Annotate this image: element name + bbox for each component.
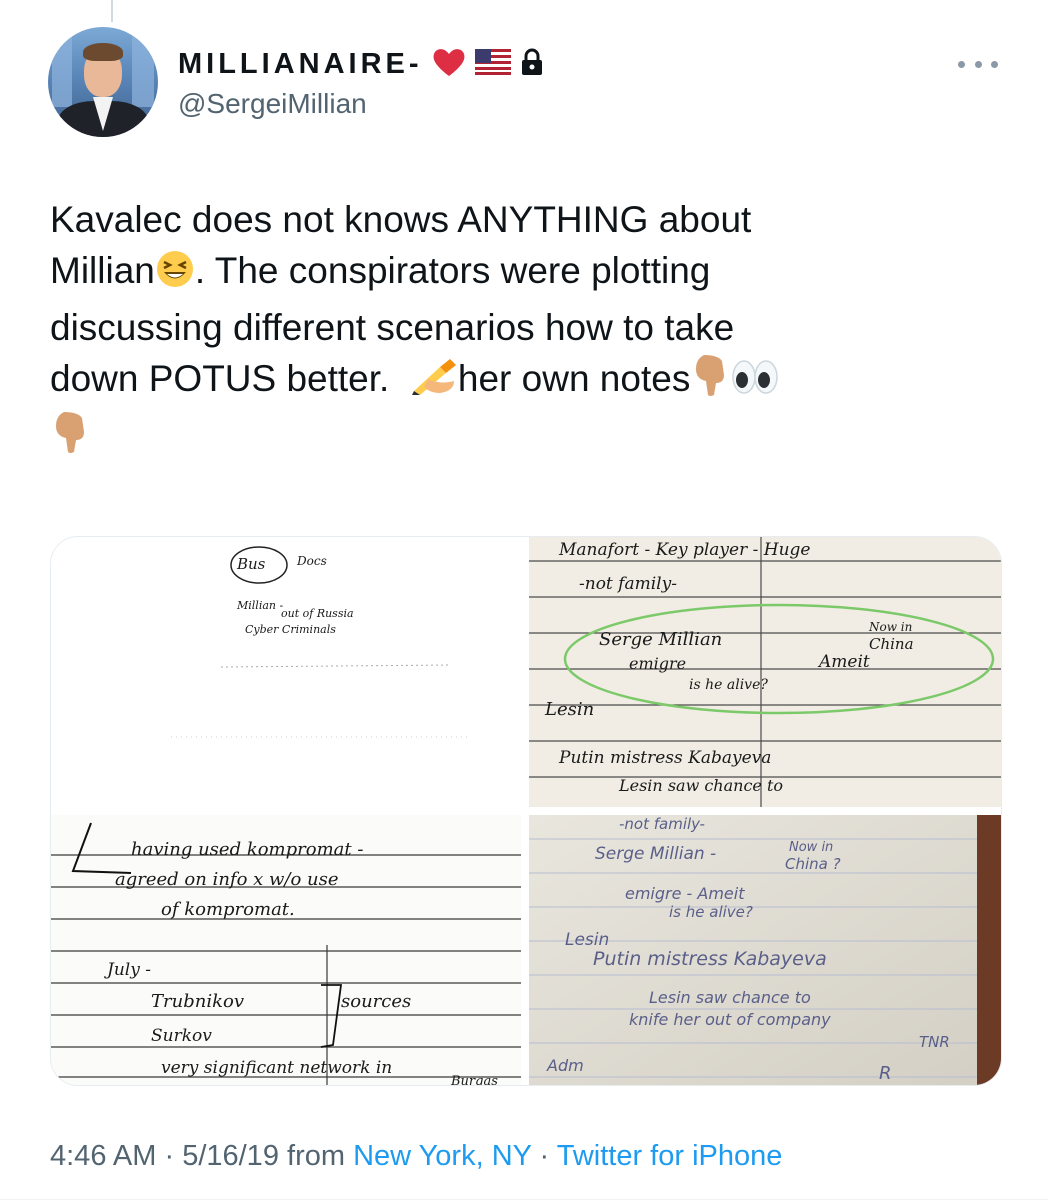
- note4-line: -not family-: [619, 815, 705, 833]
- note3-line: sources: [341, 991, 411, 1012]
- media-image-3[interactable]: having used kompromat - agreed on info x…: [51, 815, 521, 1085]
- note4-line: is he alive?: [669, 903, 753, 921]
- laughing-face-icon: [155, 249, 195, 302]
- more-dot: [974, 60, 982, 68]
- note1-line: Bus: [236, 555, 266, 573]
- note2-line: Putin mistress Kabayeva: [558, 748, 771, 768]
- client-link[interactable]: Twitter for iPhone: [557, 1140, 783, 1172]
- tweet-text-line2: . The conspirators were plotting: [194, 250, 711, 291]
- tweet-text-line1: Kavalec does not knows ANYTHING about: [50, 199, 752, 240]
- note4-line: Adm: [546, 1056, 584, 1075]
- note2-line: Lesin: [544, 699, 594, 720]
- pointing-down-icon: [690, 353, 730, 410]
- note2-line: Now in: [868, 620, 912, 634]
- pointing-down-icon-2: [50, 410, 90, 467]
- note3-line: having used kompromat -: [131, 839, 363, 860]
- eyes-icon: [730, 357, 780, 410]
- note4-line: emigre - Ameit: [625, 884, 745, 903]
- note2-line: -not family-: [579, 574, 677, 594]
- tweet-text-millian: Millian: [50, 250, 155, 291]
- author-name-row[interactable]: MILLIANAIRE-: [178, 46, 545, 82]
- note3-line: July -: [104, 960, 151, 980]
- avatar-hair: [83, 43, 123, 61]
- tweet-date[interactable]: 5/16/19: [182, 1140, 279, 1172]
- note3-line: Trubnikov: [151, 991, 244, 1012]
- note3-line: very significant network in: [161, 1058, 392, 1078]
- note4-line: Now in: [789, 840, 833, 855]
- thread-connector-line: [111, 0, 113, 22]
- from-label: from: [278, 1140, 354, 1172]
- note4-line: knife her out of company: [629, 1010, 831, 1029]
- note3-line: of kompromat.: [161, 899, 295, 920]
- tweet-text-line4: down POTUS better.: [50, 358, 410, 399]
- tweet-metadata: 4:46 AM · 5/16/19 from New York, NY · Tw…: [50, 1140, 782, 1173]
- note2-line: emigre: [629, 654, 686, 673]
- note2-line: is he alive?: [689, 677, 768, 693]
- location-link[interactable]: New York, NY: [353, 1140, 531, 1172]
- note4-line: Lesin saw chance to: [649, 988, 811, 1007]
- tweet-text-notes: her own notes: [457, 358, 691, 399]
- separator-dot: ·: [531, 1140, 557, 1172]
- author-handle[interactable]: @SergeiMillian: [178, 88, 367, 120]
- tweet-time[interactable]: 4:46 AM: [50, 1140, 156, 1172]
- note1-line: Docs: [296, 554, 327, 568]
- avatar[interactable]: [48, 27, 158, 137]
- note4-line: China ?: [785, 855, 841, 873]
- display-name[interactable]: MILLIANAIRE-: [178, 48, 423, 81]
- note4-line: Serge Millian -: [595, 844, 716, 864]
- note2-line: Serge Millian: [599, 629, 722, 650]
- writing-hand-icon: [410, 357, 458, 410]
- note2-line: Ameit: [817, 652, 870, 672]
- tweet-text: Kavalec does not knows ANYTHING about Mi…: [50, 194, 1000, 467]
- note3-line: Surkov: [151, 1026, 212, 1046]
- media-image-2[interactable]: Manafort - Key player - Huge -not family…: [529, 537, 1001, 807]
- red-heart-icon: [431, 46, 467, 83]
- avatar-background-right: [132, 31, 154, 107]
- note4-line: TNR: [919, 1033, 950, 1051]
- more-dot: [958, 60, 965, 68]
- separator-dot: ·: [156, 1140, 183, 1172]
- us-flag-icon: [474, 48, 511, 80]
- note3-line: Burgas: [450, 1074, 498, 1085]
- note3-line: agreed on info x w/o use: [115, 869, 339, 890]
- tweet-text-line3: discussing different scenarios how to ta…: [50, 307, 735, 348]
- media-image-1[interactable]: Bus Docs Millian - out of Russia Cyber C…: [51, 537, 521, 807]
- note2-line: China: [869, 635, 914, 653]
- note1-line: out of Russia: [281, 607, 354, 620]
- more-options-button[interactable]: [958, 52, 998, 76]
- lock-icon: [519, 48, 545, 81]
- note2-line: Lesin saw chance to: [618, 776, 783, 795]
- note2-line: Manafort - Key player - Huge: [558, 540, 811, 560]
- note4-line: R: [879, 1063, 892, 1084]
- note4-line: Putin mistress Kabayeva: [593, 948, 827, 970]
- media-grid: Bus Docs Millian - out of Russia Cyber C…: [50, 536, 1002, 1086]
- note1-line: Millian -: [236, 599, 283, 612]
- note1-line: Cyber Criminals: [245, 623, 336, 636]
- media-image-4[interactable]: -not family- Serge Millian - Now in Chin…: [529, 815, 1001, 1085]
- more-dot: [991, 60, 998, 68]
- note4-line: Lesin: [565, 930, 609, 950]
- avatar-background: [52, 37, 72, 107]
